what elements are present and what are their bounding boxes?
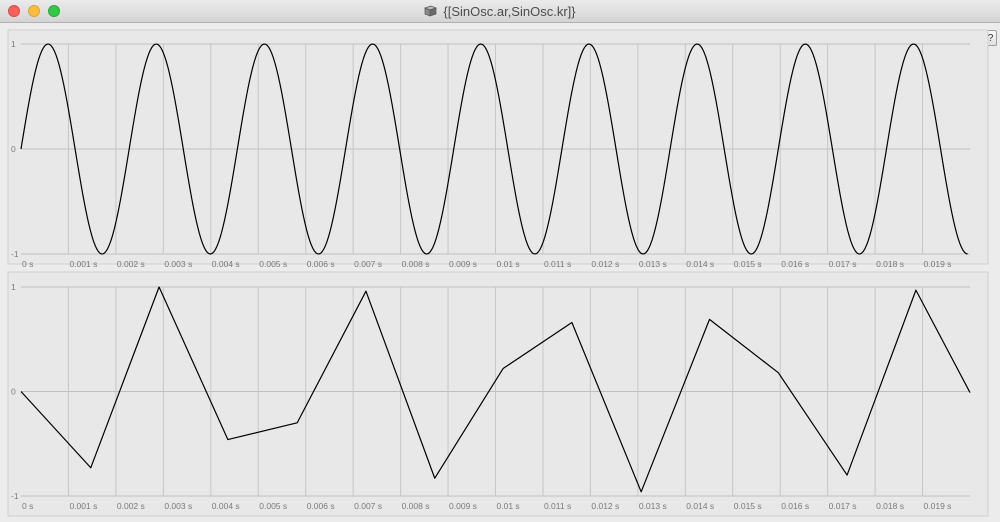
x-tick-label: 0.009 s [449, 259, 477, 269]
x-tick-label: 0.008 s [402, 501, 430, 511]
x-tick-label: 0.012 s [591, 259, 619, 269]
x-tick-label: 0.017 s [829, 501, 857, 511]
x-tick-label: 0.007 s [354, 501, 382, 511]
x-tick-label: 0.016 s [781, 259, 809, 269]
y-tick-label: -1 [11, 491, 19, 501]
x-tick-label: 0.015 s [734, 259, 762, 269]
x-tick-label: 0.008 s [402, 259, 430, 269]
x-tick-label: 0.015 s [734, 501, 762, 511]
x-tick-label: 0.006 s [307, 501, 335, 511]
y-tick-label: 1 [11, 282, 16, 292]
x-tick-label: 0.019 s [924, 501, 952, 511]
x-tick-label: 0.009 s [449, 501, 477, 511]
x-tick-label: 0.018 s [876, 259, 904, 269]
plot-area[interactable]: 0 s 0.001 s 0.002 s 0.003 s 0.004 s 0.005 s 0.… [0, 0, 1000, 522]
x-tick-label: 0.01 s [497, 259, 520, 269]
x-tick-label: 0.005 s [259, 259, 287, 269]
x-tick-label: 0.014 s [686, 259, 714, 269]
y-tick-label: 1 [11, 39, 16, 49]
x-tick-label: 0.002 s [117, 501, 145, 511]
x-tick-label: 0 s [22, 259, 33, 269]
x-tick-label: 0.006 s [307, 259, 335, 269]
x-tick-label: 0.007 s [354, 259, 382, 269]
x-tick-label: 0.004 s [212, 259, 240, 269]
plot-window: {[SinOsc.ar,SinOsc.kr]} ? 0 s 0.001 s 0.00… [0, 0, 1000, 522]
x-tick-label: 0.001 s [69, 259, 97, 269]
x-tick-label: 0.002 s [117, 259, 145, 269]
y-tick-label: 0 [11, 387, 16, 397]
plot-panel-2 [7, 271, 989, 517]
x-tick-label: 0.012 s [591, 501, 619, 511]
plot-panel-1 [7, 29, 989, 265]
x-tick-label: 0.003 s [164, 259, 192, 269]
x-tick-label: 0.017 s [829, 259, 857, 269]
y-tick-label: 0 [11, 144, 16, 154]
x-tick-label: 0.011 s [544, 501, 571, 511]
x-tick-label: 0.003 s [164, 501, 192, 511]
x-tick-label: 0.013 s [639, 259, 667, 269]
x-tick-label: 0.01 s [497, 501, 520, 511]
x-tick-label: 0.005 s [259, 501, 287, 511]
x-tick-label: 0.016 s [781, 501, 809, 511]
x-tick-label: 0.019 s [924, 259, 952, 269]
x-tick-label: 0.004 s [212, 501, 240, 511]
x-tick-label: 0.014 s [686, 501, 714, 511]
x-tick-label: 0.018 s [876, 501, 904, 511]
x-tick-label: 0 s [22, 501, 33, 511]
x-tick-label: 0.001 s [69, 501, 97, 511]
y-tick-label: -1 [11, 249, 19, 259]
x-tick-label: 0.013 s [639, 501, 667, 511]
x-tick-label: 0.011 s [544, 259, 571, 269]
